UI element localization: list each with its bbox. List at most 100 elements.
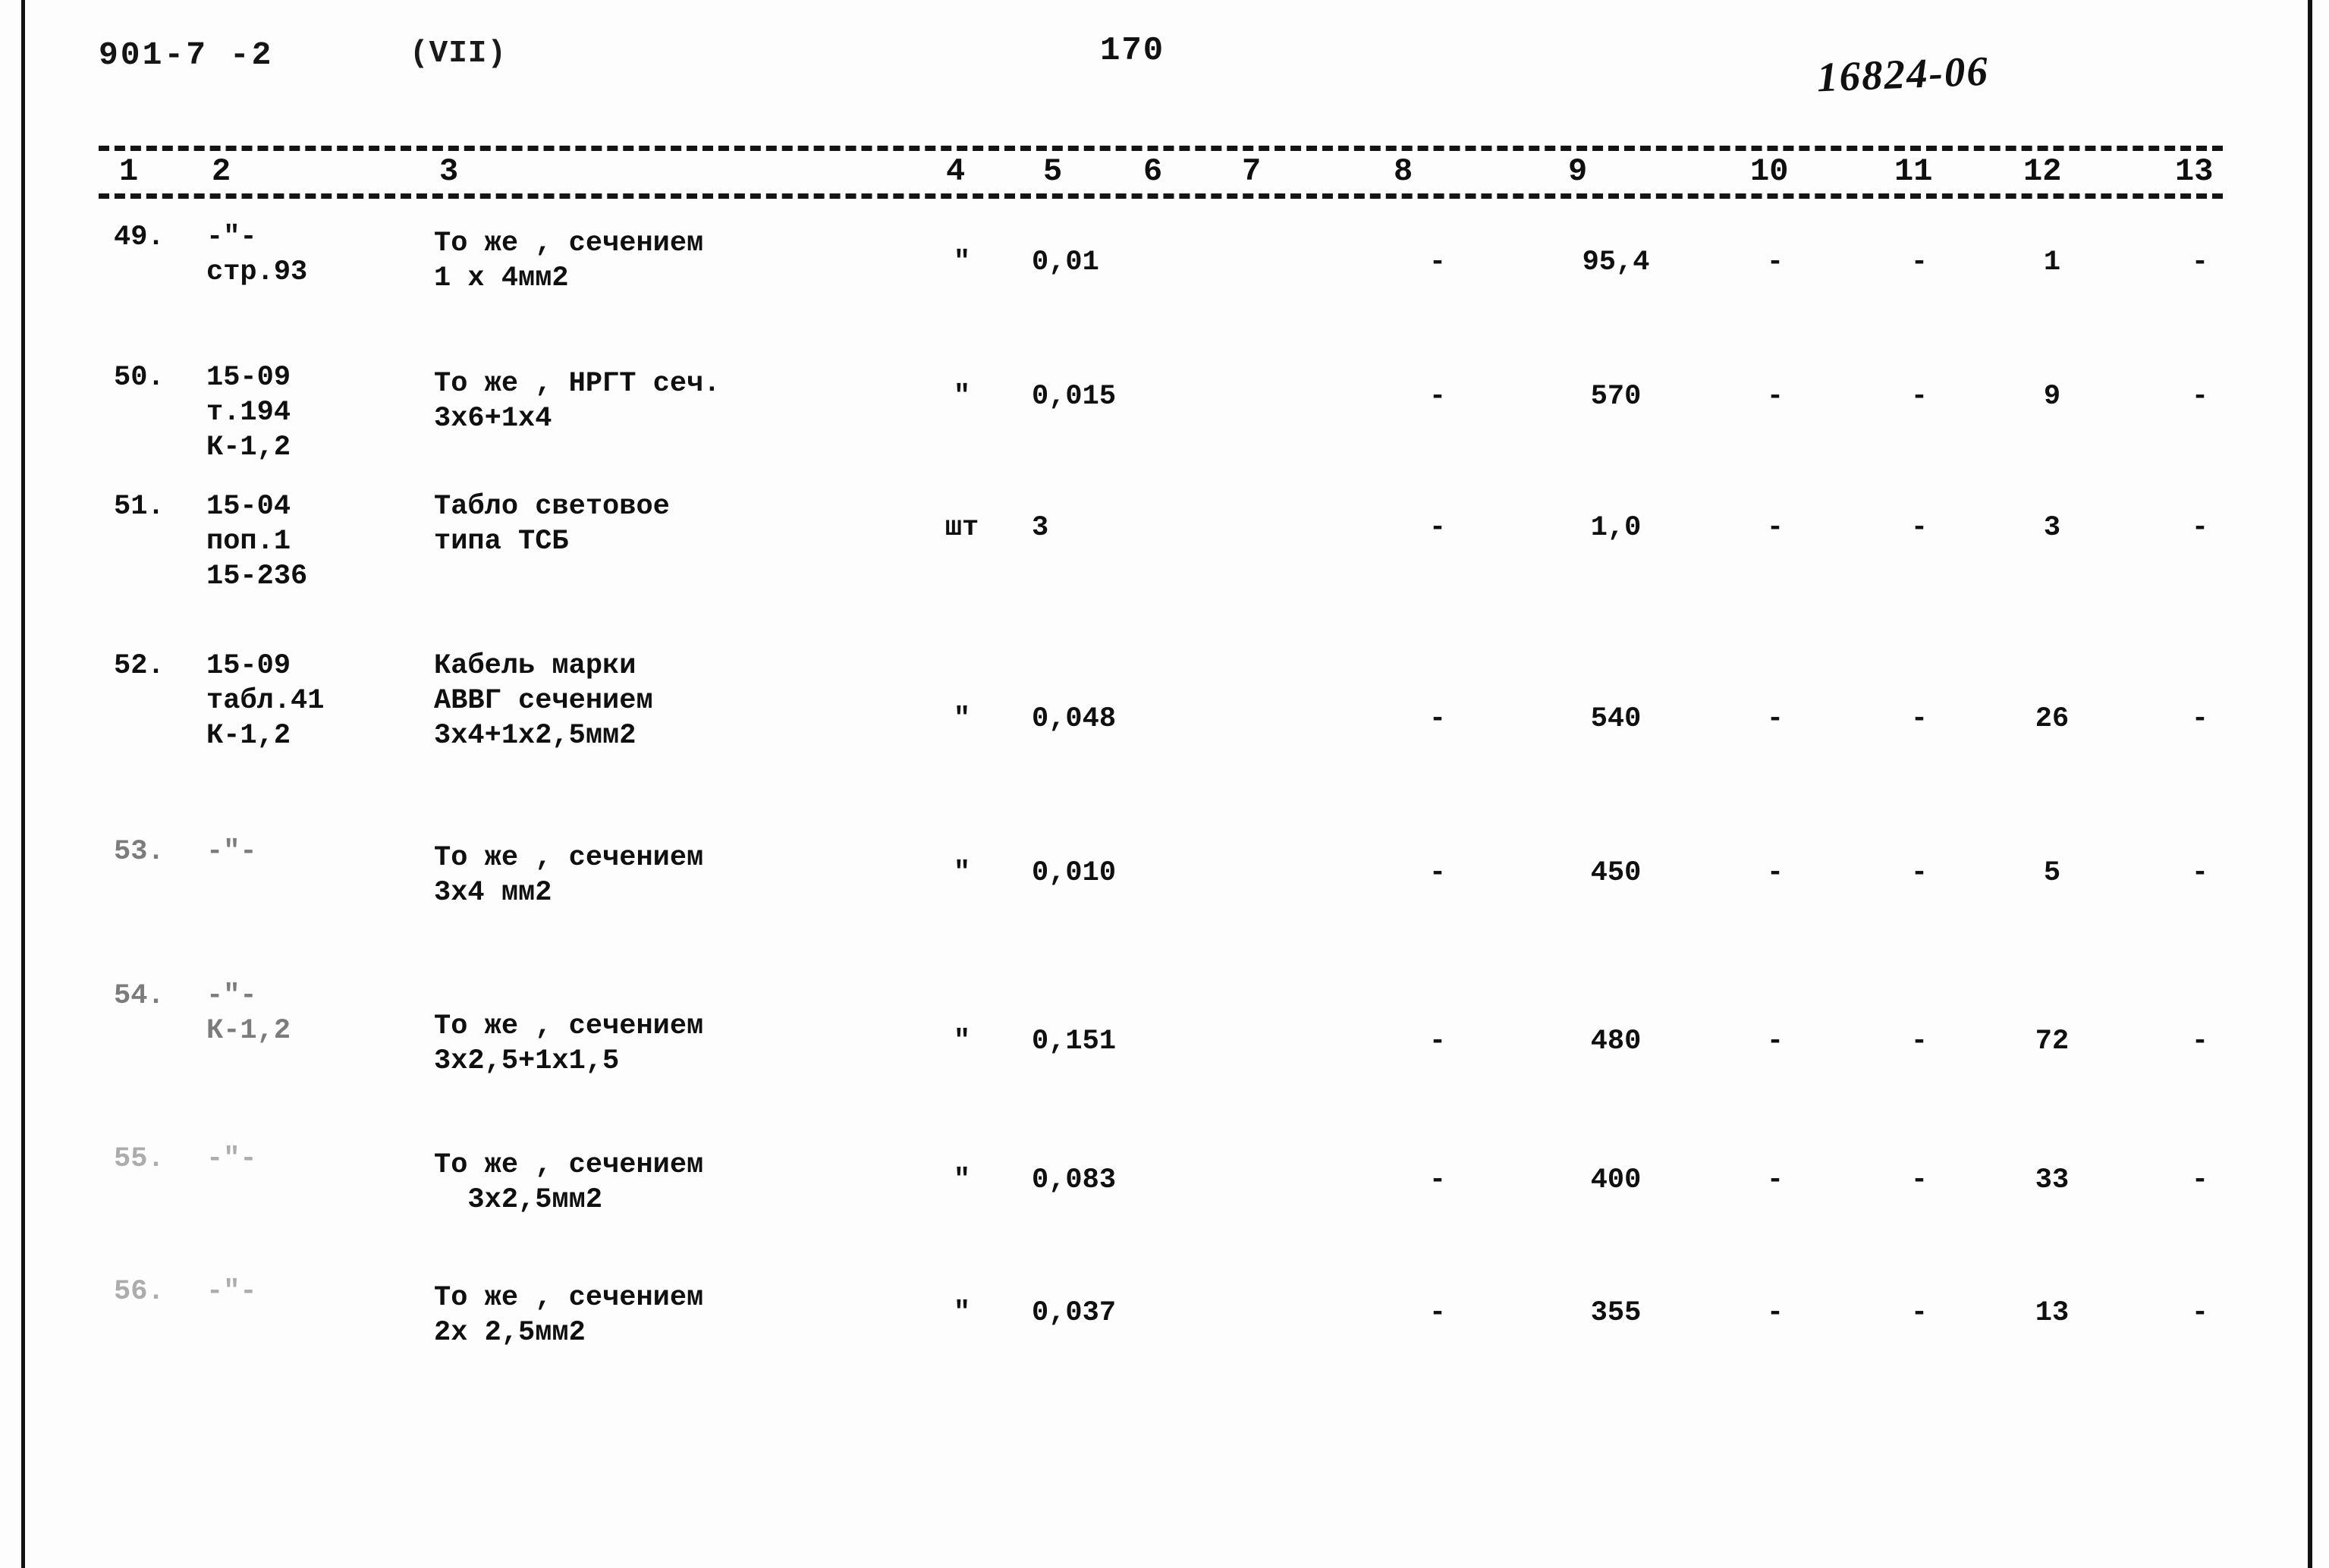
row-col12-value: 26	[2035, 703, 2070, 735]
row-unit: шт	[944, 512, 979, 544]
row-col13-value: -	[2191, 857, 2209, 889]
row-col10-value: -	[1766, 857, 1784, 889]
row-reference: -"- К-1,2	[206, 980, 291, 1047]
column-number-7: 7	[1237, 152, 1267, 191]
row-col8-value: -	[1429, 703, 1447, 735]
column-number-3: 3	[434, 152, 464, 191]
column-number-9: 9	[1563, 152, 1593, 191]
row-col11-value: -	[1910, 1026, 1928, 1057]
row-quantity: 0,048	[1032, 703, 1117, 735]
scan-edge-right-line	[2308, 0, 2312, 1568]
row-col11-value: -	[1910, 1164, 1928, 1196]
row-col12-value: 33	[2035, 1164, 2070, 1196]
row-unit: "	[953, 703, 971, 735]
row-col10-value: -	[1766, 247, 1784, 278]
row-col10-value: -	[1766, 512, 1784, 544]
row-col13-value: -	[2191, 381, 2209, 413]
row-col8-value: -	[1429, 1297, 1447, 1329]
row-col13-value: -	[2191, 512, 2209, 544]
row-col12-value: 1	[2043, 247, 2061, 278]
row-col10-value: -	[1766, 1164, 1784, 1196]
row-description: То же , сечением 3х2,5+1х1,5	[434, 1010, 704, 1077]
row-col8-value: -	[1429, 381, 1447, 413]
row-col11-value: -	[1910, 512, 1928, 544]
row-number: 50.	[114, 362, 165, 394]
column-number-13: 13	[2170, 152, 2219, 191]
row-unit: "	[953, 247, 971, 278]
column-number-row: 1 2 3 4 5 6 7 8 9 10 11 12 13	[0, 152, 2329, 194]
row-col9-value: 450	[1590, 857, 1642, 889]
row-number: 53.	[114, 836, 165, 868]
row-quantity: 3	[1032, 512, 1049, 544]
row-unit: "	[953, 381, 971, 413]
column-number-6: 6	[1138, 152, 1168, 191]
row-col9-value: 400	[1590, 1164, 1642, 1196]
handwritten-stamp-number: 16824-06	[1815, 47, 1990, 101]
column-number-12: 12	[2018, 152, 2067, 191]
row-number: 49.	[114, 222, 165, 253]
row-quantity: 0,015	[1032, 381, 1117, 413]
row-description: То же , сечением 3х2,5мм2	[434, 1149, 704, 1216]
row-col8-value: -	[1429, 1164, 1447, 1196]
row-number: 55.	[114, 1143, 165, 1175]
column-number-11: 11	[1889, 152, 1938, 191]
row-reference: 15-09 табл.41 К-1,2	[206, 650, 325, 752]
row-reference: 15-09 т.194 К-1,2	[206, 362, 291, 463]
row-col9-value: 95,4	[1582, 247, 1650, 278]
row-col11-value: -	[1910, 1297, 1928, 1329]
row-reference: -"-	[206, 836, 257, 868]
row-col10-value: -	[1766, 381, 1784, 413]
row-col10-value: -	[1766, 703, 1784, 735]
row-col8-value: -	[1429, 247, 1447, 278]
row-col8-value: -	[1429, 857, 1447, 889]
row-col10-value: -	[1766, 1297, 1784, 1329]
row-unit: "	[953, 1026, 971, 1057]
row-col11-value: -	[1910, 381, 1928, 413]
document-code: 901-7 -2	[99, 36, 274, 74]
column-number-10: 10	[1745, 152, 1794, 191]
row-col13-value: -	[2191, 247, 2209, 278]
table-bottom-dashed-rule	[99, 193, 2223, 199]
row-col11-value: -	[1910, 857, 1928, 889]
row-quantity: 0,037	[1032, 1297, 1117, 1329]
row-number: 52.	[114, 650, 165, 682]
row-col13-value: -	[2191, 1164, 2209, 1196]
row-description: То же , НРГТ сеч. 3х6+1х4	[434, 368, 721, 435]
row-quantity: 0,151	[1032, 1026, 1117, 1057]
row-quantity: 0,01	[1032, 247, 1099, 278]
scan-edge-left-line	[21, 0, 25, 1568]
row-reference: 15-04 поп.1 15-236	[206, 491, 308, 592]
row-description: То же , сечением 1 х 4мм2	[434, 228, 704, 294]
row-col12-value: 3	[2043, 512, 2061, 544]
row-col9-value: 355	[1590, 1297, 1642, 1329]
table-top-dashed-rule	[99, 146, 2223, 151]
row-col13-value: -	[2191, 1026, 2209, 1057]
row-unit: "	[953, 857, 971, 889]
column-number-2: 2	[206, 152, 237, 191]
row-col13-value: -	[2191, 703, 2209, 735]
row-col10-value: -	[1766, 1026, 1784, 1057]
row-description: Табло световое типа ТСБ	[434, 491, 670, 558]
row-reference: -"- стр.93	[206, 222, 308, 288]
page-header: 901-7 -2 (VII) 170 16824-06	[0, 0, 2329, 129]
row-col9-value: 1,0	[1590, 512, 1642, 544]
row-quantity: 0,083	[1032, 1164, 1117, 1196]
column-number-5: 5	[1038, 152, 1068, 191]
column-number-8: 8	[1388, 152, 1419, 191]
row-description: Кабель марки АВВГ сечением 3х4+1х2,5мм2	[434, 650, 653, 752]
row-col11-value: -	[1910, 247, 1928, 278]
row-col12-value: 9	[2043, 381, 2061, 413]
row-col11-value: -	[1910, 703, 1928, 735]
row-reference: -"-	[206, 1276, 257, 1308]
column-number-1: 1	[114, 152, 144, 191]
row-reference: -"-	[206, 1143, 257, 1175]
row-description: То же , сечением 2х 2,5мм2	[434, 1282, 704, 1349]
row-unit: "	[953, 1297, 971, 1329]
row-unit: "	[953, 1164, 971, 1196]
row-col13-value: -	[2191, 1297, 2209, 1329]
row-number: 51.	[114, 491, 165, 523]
row-col9-value: 480	[1590, 1026, 1642, 1057]
row-number: 54.	[114, 980, 165, 1012]
page-number: 170	[1100, 32, 1165, 70]
row-col8-value: -	[1429, 1026, 1447, 1057]
